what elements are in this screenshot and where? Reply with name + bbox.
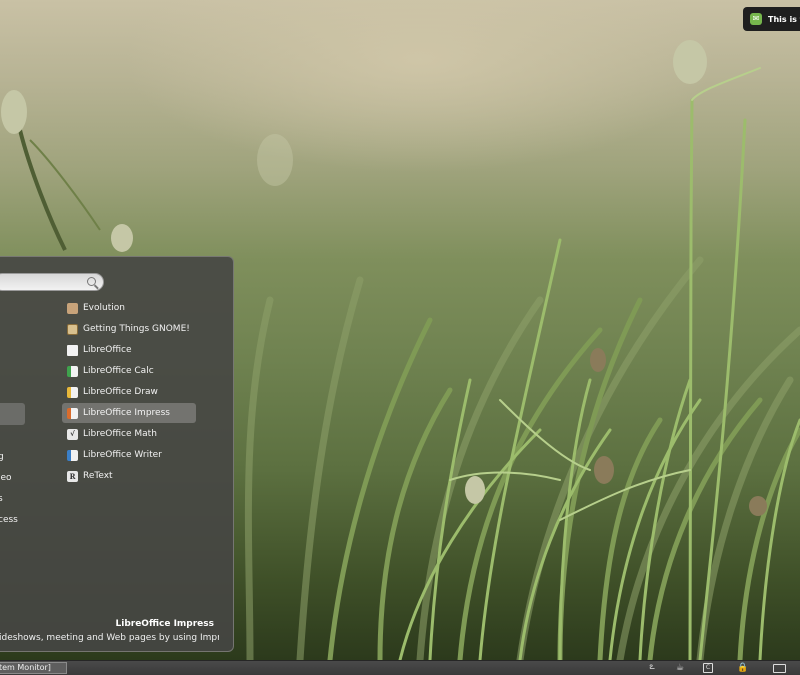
chat-bubble-icon: ✉ [750, 13, 762, 25]
selected-category-highlight[interactable] [0, 403, 25, 425]
app-label: Getting Things GNOME! [83, 324, 190, 334]
libreoffice-icon [67, 344, 78, 356]
app-label: LibreOffice Draw [83, 387, 158, 397]
libreoffice-calc-icon [67, 365, 78, 377]
app-label: ReText [83, 471, 113, 481]
app-label: LibreOffice Calc [83, 366, 154, 376]
libreoffice-math-icon: √ [67, 428, 78, 440]
category-item[interactable]: s [0, 494, 3, 504]
app-item-libreoffice-impress[interactable]: LibreOffice Impress [62, 403, 196, 423]
app-item-libreoffice-writer[interactable]: LibreOffice Writer [62, 445, 196, 465]
keyboard-icon[interactable] [772, 662, 786, 674]
app-item-retext[interactable]: R ReText [62, 466, 196, 486]
libreoffice-impress-icon [67, 407, 78, 419]
app-item-getting-things-gnome[interactable]: Getting Things GNOME! [62, 319, 196, 339]
notification-text: This is th [768, 14, 800, 24]
category-item[interactable]: g [0, 452, 4, 462]
app-label: Evolution [83, 303, 125, 313]
retext-icon: R [67, 470, 78, 482]
network-icon[interactable]: ఽ [646, 662, 658, 674]
coffee-icon[interactable]: ☕ [674, 662, 686, 674]
app-description-title: LibreOffice Impress [115, 619, 215, 629]
app-item-libreoffice-calc[interactable]: LibreOffice Calc [62, 361, 196, 381]
taskbar-window-button[interactable]: tem Monitor] [0, 662, 67, 674]
app-item-libreoffice-math[interactable]: √ LibreOffice Math [62, 424, 196, 444]
category-item[interactable]: leo [0, 473, 12, 483]
notification-bubble[interactable]: ✉ This is th [743, 7, 800, 31]
search-icon [87, 277, 96, 286]
gtg-icon [67, 323, 78, 335]
category-item[interactable]: cess [0, 515, 18, 525]
libreoffice-draw-icon [67, 386, 78, 398]
bottom-panel: tem Monitor] ఽ ☕ C 🔒 [0, 660, 800, 675]
app-item-evolution[interactable]: Evolution [62, 298, 196, 318]
app-label: LibreOffice Writer [83, 450, 162, 460]
search-input[interactable] [0, 273, 104, 291]
app-item-libreoffice[interactable]: LibreOffice [62, 340, 196, 360]
update-icon[interactable]: C [702, 662, 714, 674]
app-description-text: ideshows, meeting and Web pages by using… [0, 633, 219, 643]
app-label: LibreOffice [83, 345, 132, 355]
libreoffice-writer-icon [67, 449, 78, 461]
app-label: LibreOffice Math [83, 429, 157, 439]
lock-icon[interactable]: 🔒 [737, 662, 749, 674]
evolution-icon [67, 302, 78, 314]
app-label: LibreOffice Impress [83, 408, 170, 418]
app-item-libreoffice-draw[interactable]: LibreOffice Draw [62, 382, 196, 402]
applications-menu: g leo s cess Evolution Getting Things GN… [0, 256, 234, 652]
